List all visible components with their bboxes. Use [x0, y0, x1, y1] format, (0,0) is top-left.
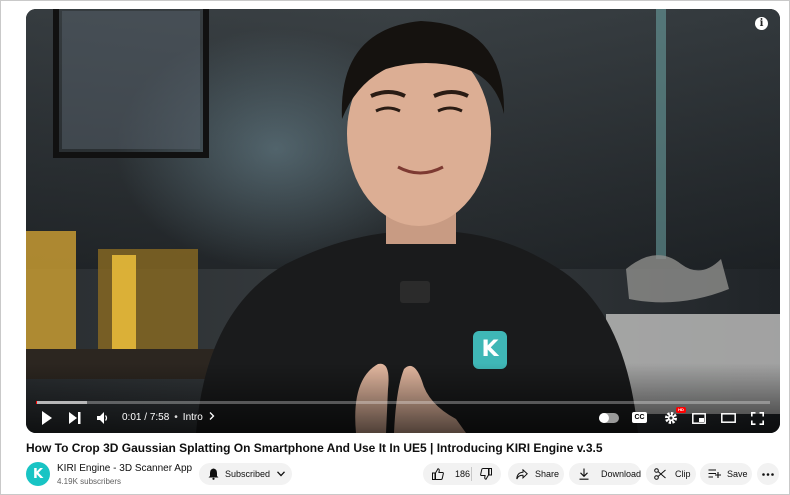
avatar-letter: K — [32, 466, 44, 482]
miniplayer-icon — [692, 412, 706, 424]
download-label: Download — [601, 469, 642, 479]
clip-label: Clip — [675, 469, 691, 479]
save-label: Save — [727, 469, 748, 479]
next-button[interactable] — [66, 408, 84, 428]
dislike-button[interactable] — [472, 468, 500, 480]
time-total: 7:58 — [149, 412, 170, 423]
time-separator: / — [144, 412, 148, 423]
volume-icon — [97, 412, 108, 424]
scissors-icon — [654, 468, 666, 480]
subscriber-count: 4.19K subscribers — [57, 477, 122, 486]
save-button[interactable]: Save — [700, 463, 752, 485]
share-button[interactable]: Share — [508, 463, 564, 485]
bell-icon — [208, 468, 219, 480]
theater-icon — [720, 413, 736, 423]
fullscreen-icon — [750, 411, 764, 425]
channel-name[interactable]: KIRI Engine - 3D Scanner App — [57, 463, 192, 474]
hd-badge: HD — [676, 407, 686, 413]
chapter-chevron-icon — [209, 412, 215, 420]
share-label: Share — [535, 469, 560, 479]
cc-icon[interactable]: CC — [632, 412, 647, 423]
channel-avatar[interactable]: K — [26, 462, 50, 486]
chapter-separator: • — [174, 412, 178, 423]
info-icon[interactable]: i — [755, 17, 768, 30]
miniplayer-button[interactable] — [690, 408, 708, 428]
download-icon — [579, 468, 589, 480]
playlist-add-icon — [708, 469, 721, 478]
progress-buffered — [36, 401, 88, 404]
autoplay-toggle[interactable] — [599, 413, 619, 423]
settings-icon — [665, 412, 677, 424]
download-button[interactable]: Download — [569, 463, 641, 485]
share-icon — [516, 468, 528, 479]
subscribed-label: Subscribed — [225, 469, 271, 479]
clip-button[interactable]: Clip — [646, 463, 696, 485]
theater-button[interactable] — [719, 408, 737, 428]
volume-button[interactable] — [94, 408, 112, 428]
fullscreen-button[interactable] — [748, 408, 766, 428]
video-title: How To Crop 3D Gaussian Splatting On Sma… — [26, 441, 603, 455]
like-count: 186 — [455, 469, 471, 479]
thumbs-down-icon — [480, 468, 492, 480]
more-button[interactable] — [757, 463, 779, 485]
play-button[interactable] — [38, 408, 56, 428]
like-button[interactable]: 186 — [423, 468, 471, 480]
progress-bar[interactable] — [36, 401, 770, 404]
thumbs-up-icon — [432, 468, 444, 480]
time-current: 0:01 — [122, 412, 142, 423]
shirt-logo-letter: K — [481, 337, 499, 362]
chapter-label[interactable]: Intro — [183, 412, 203, 423]
autoplay-knob — [599, 413, 609, 423]
video-player[interactable]: K i 0:01 / 7:58 • Intro CC HD — [26, 9, 780, 433]
time-display: 0:01 / 7:58 • Intro — [122, 412, 215, 423]
more-icon — [762, 472, 774, 476]
next-icon — [69, 412, 81, 424]
progress-played — [36, 401, 38, 404]
subscribed-button[interactable]: Subscribed — [199, 463, 292, 485]
chevron-down-icon — [277, 471, 286, 477]
like-dislike-group: 186 — [423, 463, 501, 485]
play-icon — [42, 411, 52, 425]
